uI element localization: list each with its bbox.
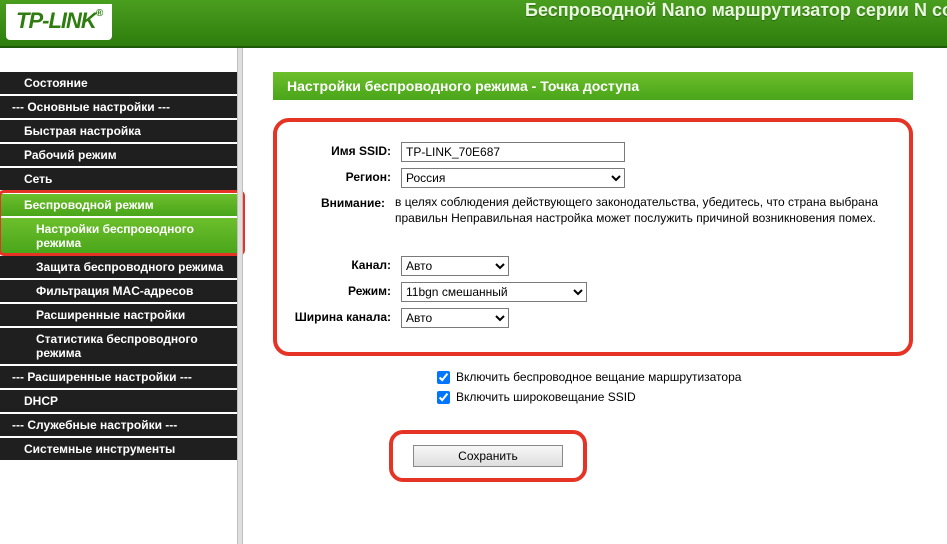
menu-adv-head: --- Расширенные настройки --- — [0, 364, 243, 388]
broadcast-router-checkbox[interactable] — [437, 371, 450, 384]
menu-wireless-stats[interactable]: Статистика беспроводного режима — [0, 326, 243, 364]
region-select[interactable]: Россия — [401, 168, 625, 188]
broadcast-router-row[interactable]: Включить беспроводное вещание маршрутиза… — [437, 370, 947, 384]
menu-wireless-security[interactable]: Защита беспроводного режима — [0, 254, 243, 278]
chwidth-select[interactable]: Авто — [401, 308, 509, 328]
label-attention: Внимание: — [291, 194, 395, 210]
sidebar: Состояние --- Основные настройки --- Быс… — [0, 48, 243, 544]
menu-network[interactable]: Сеть — [0, 166, 243, 190]
menu-status[interactable]: Состояние — [0, 70, 243, 94]
content: Настройки беспроводного режима - Точка д… — [243, 48, 947, 544]
menu-opmode[interactable]: Рабочий режим — [0, 142, 243, 166]
attention-text: в целях соблюдения действующего законода… — [395, 194, 895, 226]
label-region: Регион: — [291, 168, 401, 184]
label-mode: Режим: — [291, 282, 401, 298]
menu-service-head: --- Служебные настройки --- — [0, 412, 243, 436]
top-banner: TP-LINK® Беспроводной Nano маршрутизатор… — [0, 0, 947, 48]
ssid-input[interactable] — [401, 142, 625, 162]
logo: TP-LINK® — [6, 4, 112, 40]
menu-wireless-advanced[interactable]: Расширенные настройки — [0, 302, 243, 326]
settings-group: Имя SSID: Регион: Россия Внимание: в цел… — [273, 118, 913, 356]
label-channel: Канал: — [291, 256, 401, 272]
label-chwidth: Ширина канала: — [291, 308, 401, 324]
menu-quick-setup[interactable]: Быстрая настройка — [0, 118, 243, 142]
broadcast-router-label: Включить беспроводное вещание маршрутиза… — [456, 370, 741, 384]
menu-basic-head: --- Основные настройки --- — [0, 94, 243, 118]
menu-system-tools[interactable]: Системные инструменты — [0, 436, 243, 460]
mode-select[interactable]: 11bgn смешанный — [401, 282, 587, 302]
menu-dhcp[interactable]: DHCP — [0, 388, 243, 412]
channel-select[interactable]: Авто — [401, 256, 509, 276]
menu-wireless[interactable]: Беспроводной режим — [0, 192, 243, 216]
save-highlight: Сохранить — [389, 430, 587, 482]
broadcast-ssid-label: Включить широковещание SSID — [456, 390, 636, 404]
menu-wireless-settings[interactable]: Настройки беспроводного режима — [0, 216, 243, 254]
menu-mac-filter[interactable]: Фильтрация MAC-адресов — [0, 278, 243, 302]
label-ssid: Имя SSID: — [291, 142, 401, 158]
banner-title: Беспроводной Nano маршрутизатор серии N … — [525, 0, 947, 21]
page-title: Настройки беспроводного режима - Точка д… — [273, 72, 913, 100]
broadcast-ssid-checkbox[interactable] — [437, 391, 450, 404]
checkbox-group: Включить беспроводное вещание маршрутиза… — [437, 370, 947, 404]
save-button[interactable]: Сохранить — [413, 445, 563, 467]
broadcast-ssid-row[interactable]: Включить широковещание SSID — [437, 390, 947, 404]
